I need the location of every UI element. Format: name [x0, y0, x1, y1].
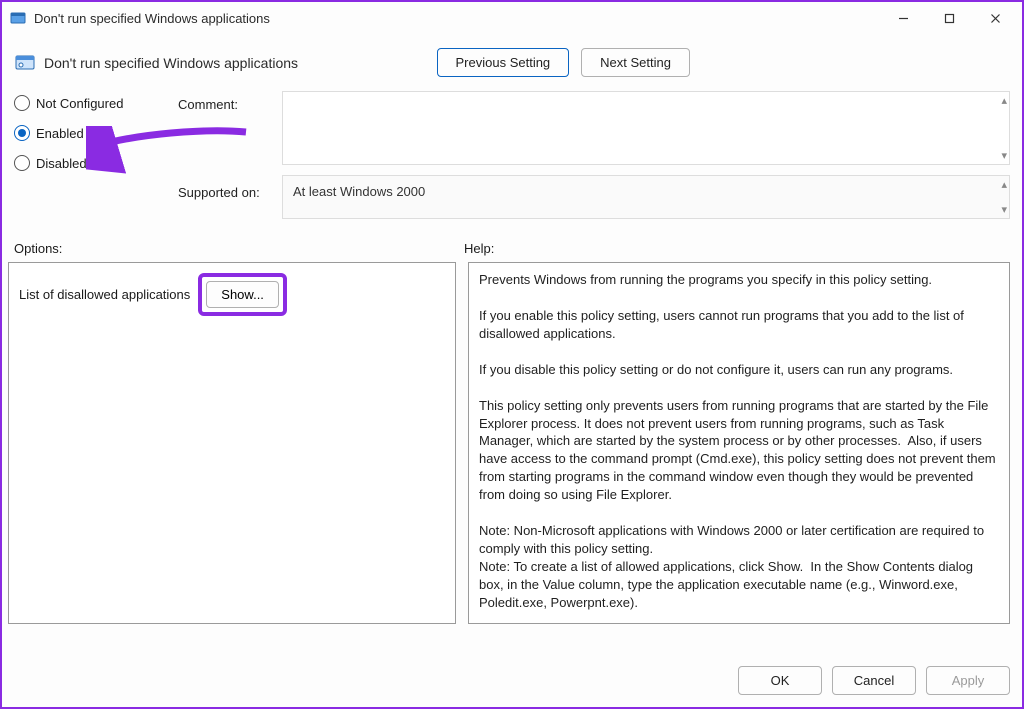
previous-setting-button[interactable]: Previous Setting	[437, 48, 570, 77]
close-button[interactable]	[972, 3, 1018, 33]
options-panel: List of disallowed applications Show...	[8, 262, 456, 624]
annotation-highlight: Show...	[198, 273, 287, 316]
supported-on-box: At least Windows 2000 ▴ ▾	[282, 175, 1010, 219]
comment-label: Comment:	[178, 91, 278, 112]
help-text: Prevents Windows from running the progra…	[479, 271, 999, 612]
supported-on-value: At least Windows 2000	[293, 184, 425, 199]
radio-disabled[interactable]: Disabled	[14, 155, 174, 171]
dialog-footer: OK Cancel Apply	[2, 654, 1022, 707]
header: Don't run specified Windows applications…	[2, 34, 1022, 85]
window-controls	[880, 3, 1018, 33]
radio-icon	[14, 155, 30, 171]
scroll-up-icon[interactable]: ▴	[1001, 94, 1007, 107]
policy-icon	[14, 52, 36, 74]
comment-textarea[interactable]: ▴ ▾	[282, 91, 1010, 165]
maximize-button[interactable]	[926, 3, 972, 33]
radio-not-configured[interactable]: Not Configured	[14, 95, 174, 111]
supported-label: Supported on:	[178, 175, 278, 200]
help-panel: Prevents Windows from running the progra…	[468, 262, 1010, 624]
next-setting-button[interactable]: Next Setting	[581, 48, 690, 77]
help-label: Help:	[464, 241, 494, 256]
state-section: Not Configured Enabled Disabled Comment:…	[2, 85, 1022, 229]
radio-enabled[interactable]: Enabled	[14, 125, 174, 141]
scroll-down-icon[interactable]: ▾	[1001, 203, 1007, 216]
ok-button[interactable]: OK	[738, 666, 822, 695]
radio-label: Not Configured	[36, 96, 123, 111]
radio-icon	[14, 95, 30, 111]
radio-label: Disabled	[36, 156, 87, 171]
scroll-up-icon[interactable]: ▴	[1001, 178, 1007, 191]
scroll-down-icon[interactable]: ▾	[1001, 149, 1007, 162]
policy-title: Don't run specified Windows applications	[44, 55, 437, 71]
options-label: Options:	[14, 241, 464, 256]
show-button[interactable]: Show...	[206, 281, 279, 308]
minimize-button[interactable]	[880, 3, 926, 33]
window-title: Don't run specified Windows applications	[34, 11, 880, 26]
app-icon	[10, 10, 26, 26]
radio-label: Enabled	[36, 126, 84, 141]
panels: List of disallowed applications Show... …	[2, 262, 1022, 654]
radio-icon	[14, 125, 30, 141]
disallowed-list-label: List of disallowed applications	[19, 287, 190, 302]
apply-button[interactable]: Apply	[926, 666, 1010, 695]
panel-labels: Options: Help:	[2, 229, 1022, 262]
gpo-dialog: Don't run specified Windows applications…	[0, 0, 1024, 709]
cancel-button[interactable]: Cancel	[832, 666, 916, 695]
titlebar: Don't run specified Windows applications	[2, 2, 1022, 34]
